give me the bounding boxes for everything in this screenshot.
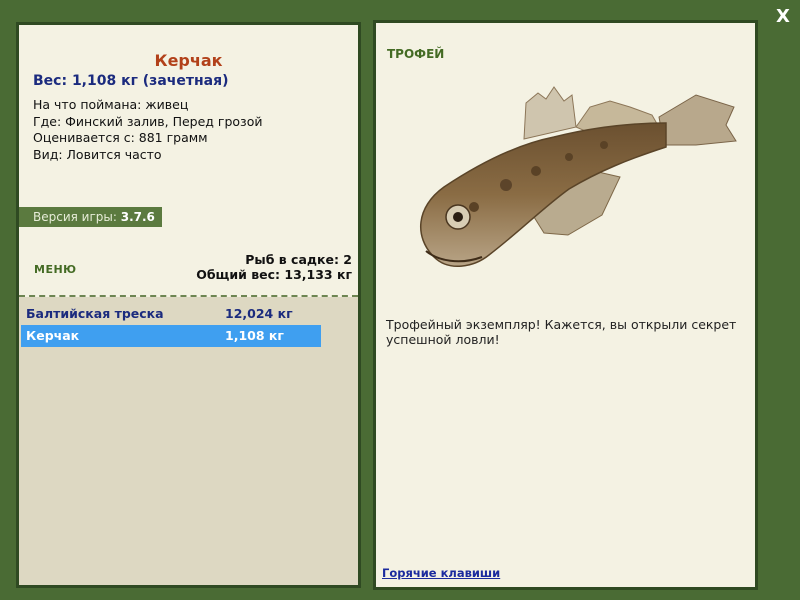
fish-weight: Вес: 1,108 кг (зачетная) xyxy=(33,73,229,89)
catch-location: Где: Финский залив, Перед грозой xyxy=(33,113,263,129)
catch-fish-name: Керчак xyxy=(26,328,80,343)
trophy-title: ТРОФЕЙ xyxy=(387,47,445,61)
menu-button[interactable]: МЕНЮ xyxy=(34,263,77,276)
trophy-threshold: Оценивается с: 881 грамм xyxy=(33,130,208,145)
catch-fish-weight: 1,108 кг xyxy=(225,328,284,343)
catch-fish-weight: 12,024 кг xyxy=(225,306,293,321)
catch-list-item[interactable]: Балтийская треска 12,024 кг xyxy=(21,303,321,325)
version-label: Версия игры: xyxy=(33,210,117,224)
catch-bait: На что поймана: живец xyxy=(33,97,189,112)
keep-net-summary: Рыб в садке: 2 Общий вес: 13,133 кг xyxy=(196,252,352,282)
close-icon[interactable]: X xyxy=(772,6,794,28)
fish-image xyxy=(420,86,737,268)
fish-frequency: Вид: Ловится часто xyxy=(33,146,162,162)
game-version-badge: Версия игры: 3.7.6 xyxy=(19,207,162,227)
trophy-panel: ТРОФЕЙ Трофейный экземпляр! Кажется, вы … xyxy=(373,20,758,590)
fish-count: Рыб в садке: 2 xyxy=(245,252,352,267)
fish-details: На что поймана: живец Где: Финский залив… xyxy=(33,97,262,163)
catch-list: Балтийская треска 12,024 кг Керчак 1,108… xyxy=(19,297,358,585)
fish-info-panel: Керчак Вес: 1,108 кг (зачетная) На что п… xyxy=(16,22,361,588)
version-value: 3.7.6 xyxy=(120,210,155,224)
fish-name: Керчак xyxy=(154,51,223,70)
hotkeys-link[interactable]: Горячие клавиши xyxy=(382,566,500,580)
catch-fish-name: Балтийская треска xyxy=(26,306,164,321)
catch-list-item-selected[interactable]: Керчак 1,108 кг xyxy=(21,325,321,347)
total-weight: Общий вес: 13,133 кг xyxy=(196,266,352,282)
trophy-description: Трофейный экземпляр! Кажется, вы открыли… xyxy=(386,317,737,347)
